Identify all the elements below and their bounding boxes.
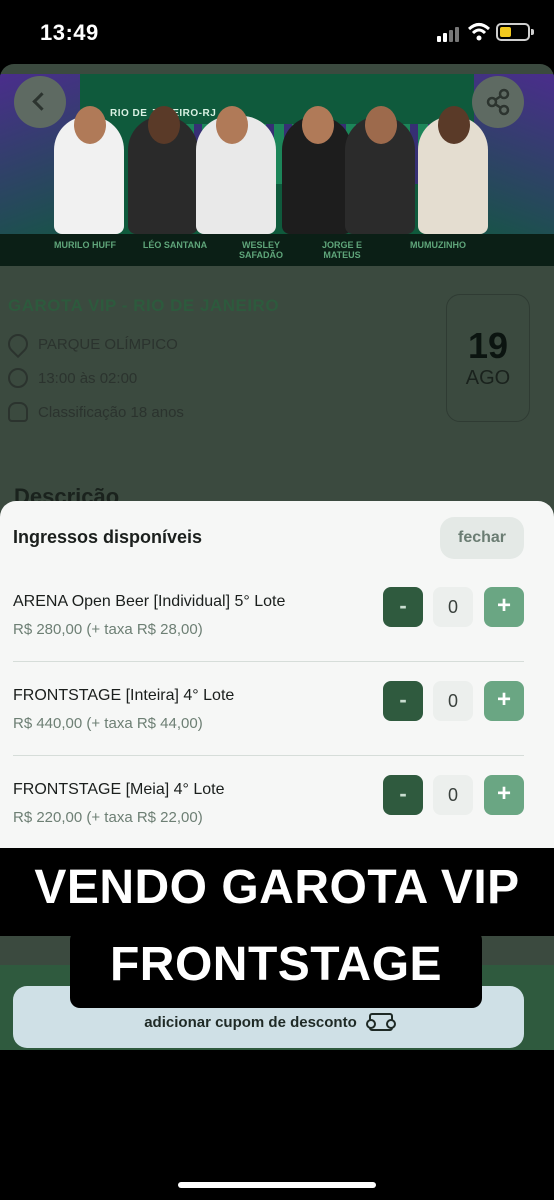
share-button[interactable] <box>472 76 524 128</box>
rating-row: Classificação 18 anos <box>8 402 184 422</box>
ticket-price: R$ 220,00 (+ taxa R$ 22,00) <box>13 809 203 826</box>
quantity-value: 0 <box>433 775 473 815</box>
signal-icon <box>437 26 463 42</box>
artist-name: MUMUZINHO <box>410 240 466 250</box>
back-button[interactable] <box>14 76 66 128</box>
tickets-sheet: Ingressos disponíveis fechar ARENA Open … <box>0 501 554 861</box>
artist-name: MURILO HUFF <box>54 240 116 250</box>
battery-icon <box>496 23 530 41</box>
date-card: 19 AGO <box>446 294 530 422</box>
decrease-button[interactable]: - <box>383 775 423 815</box>
artist-name: WESLEY SAFADÃO <box>238 240 283 260</box>
divider <box>13 755 524 756</box>
artist-names: MURILO HUFF LÉO SANTANA WESLEY SAFADÃO J… <box>0 234 554 266</box>
rating-text: Classificação 18 anos <box>38 403 184 421</box>
clock-icon <box>8 368 28 388</box>
time-text: 13:00 às 02:00 <box>38 369 138 387</box>
ticket-name: ARENA Open Beer [Individual] 5° Lote <box>13 593 286 610</box>
quantity-value: 0 <box>433 681 473 721</box>
increase-button[interactable]: + <box>484 587 524 627</box>
ticket-price: R$ 440,00 (+ taxa R$ 44,00) <box>13 715 203 732</box>
overlay-text-line2: FRONTSTAGE <box>109 938 443 991</box>
increase-button[interactable]: + <box>484 775 524 815</box>
ticket-name: FRONTSTAGE [Meia] 4° Lote <box>13 781 225 798</box>
decrease-button[interactable]: - <box>383 681 423 721</box>
artist-name: LÉO SANTANA <box>142 240 208 250</box>
divider <box>13 661 524 662</box>
people-icon <box>8 402 28 422</box>
sheet-title: Ingressos disponíveis <box>13 527 203 547</box>
coupon-label: adicionar cupom de desconto <box>144 1013 357 1031</box>
ticket-name: FRONTSTAGE [Inteira] 4° Lote <box>13 687 235 704</box>
ticket-icon <box>365 1013 396 1031</box>
share-icon <box>486 88 510 116</box>
venue-text: PARQUE OLÍMPICO <box>38 335 178 353</box>
decrease-button[interactable]: - <box>383 587 423 627</box>
location-icon <box>3 329 33 359</box>
close-button[interactable]: fechar <box>440 517 524 559</box>
increase-button[interactable]: + <box>484 681 524 721</box>
time-row: 13:00 às 02:00 <box>8 368 137 388</box>
quantity-value: 0 <box>433 587 473 627</box>
overlay-text-line1: VENDO GAROTA VIP <box>34 861 520 914</box>
event-banner: RIO DE JANEIRO-RJ MURILO HUFF LÉO SANTAN… <box>0 74 554 266</box>
home-indicator[interactable] <box>178 1182 376 1188</box>
date-month: AGO <box>465 367 511 389</box>
date-day: 19 <box>467 325 509 366</box>
venue-row: PARQUE OLÍMPICO <box>3 329 178 359</box>
status-time: 13:49 <box>40 20 99 45</box>
wifi-icon <box>468 23 490 41</box>
status-bar: 13:49 <box>0 0 554 64</box>
artist-name: JORGE E MATEUS <box>321 240 362 260</box>
ticket-row: ARENA Open Beer [Individual] 5° Lote R$ … <box>13 587 524 687</box>
ticket-price: R$ 280,00 (+ taxa R$ 28,00) <box>13 621 203 638</box>
ticket-row: FRONTSTAGE [Inteira] 4° Lote R$ 440,00 (… <box>13 681 524 781</box>
event-title: GAROTA VIP - RIO DE JANEIRO <box>8 296 280 315</box>
